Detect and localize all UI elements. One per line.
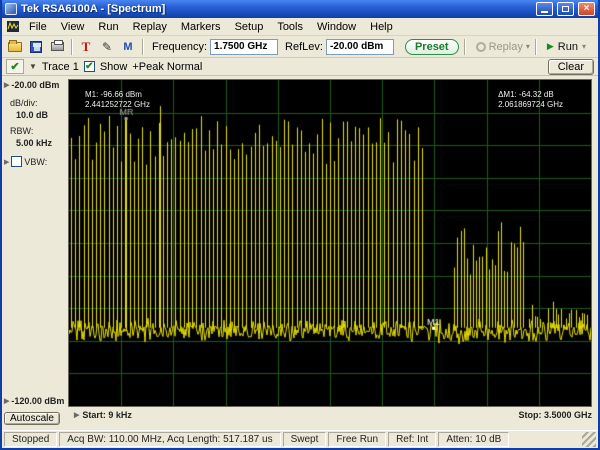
replay-button[interactable]: Replay ▾ xyxy=(475,40,530,53)
show-checkbox[interactable]: ✔ xyxy=(83,61,95,72)
left-sidebar: ▶ -20.00 dBm dB/div: 10.0 dB RBW: 5.00 k… xyxy=(2,76,68,430)
status-bar: Stopped Acq BW: 110.00 MHz, Acq Length: … xyxy=(2,430,598,448)
marker-readout-delta: ΔM1: -64.32 dB 2.061869724 GHz xyxy=(498,90,563,109)
reflev-input[interactable] xyxy=(325,38,394,55)
marker-readout-m1: M1: -96.66 dBm 2.441252722 GHz xyxy=(85,90,150,109)
replay-icon xyxy=(475,41,486,52)
clear-button[interactable]: Clear xyxy=(547,58,594,75)
expander-icon[interactable]: ▶ xyxy=(4,397,9,405)
maximize-button[interactable] xyxy=(557,2,574,16)
show-label: Show xyxy=(99,60,128,73)
spectrum-window-icon xyxy=(7,21,19,32)
menu-markers[interactable]: Markers xyxy=(174,20,228,34)
rbw-value[interactable]: 5.00 kHz xyxy=(16,138,52,148)
ref-level-value[interactable]: -20.00 dBm xyxy=(11,80,59,90)
check-icon: ✔ xyxy=(10,61,20,73)
menu-window[interactable]: Window xyxy=(310,20,363,34)
pencil-tool-icon[interactable]: ✎ xyxy=(98,38,116,56)
toolbar-separator xyxy=(142,38,143,55)
frequency-axis-labels: ▶ Start: 9 kHz Stop: 3.5000 GHz xyxy=(68,407,598,423)
open-file-icon[interactable] xyxy=(6,38,24,56)
vbw-label: VBW: xyxy=(24,156,48,167)
menu-replay[interactable]: Replay xyxy=(126,20,174,34)
menu-file[interactable]: File xyxy=(22,20,54,34)
trace-settings-bar: ✔ ▼ Trace 1 ✔ Show +Peak Normal Clear xyxy=(2,58,598,76)
preset-button[interactable]: Preset xyxy=(404,38,459,55)
menu-setup[interactable]: Setup xyxy=(228,20,271,34)
trace-valid-indicator: ✔ xyxy=(6,59,24,74)
menu-run[interactable]: Run xyxy=(91,20,125,34)
save-icon[interactable] xyxy=(27,38,45,56)
toolbar-separator xyxy=(463,38,465,55)
status-run-state: Stopped xyxy=(4,432,58,447)
replay-label: Replay xyxy=(488,40,523,53)
app-icon xyxy=(5,3,17,15)
start-frequency-label[interactable]: Start: 9 kHz xyxy=(82,410,132,420)
marker-table-icon[interactable]: M xyxy=(119,38,137,56)
menu-tools[interactable]: Tools xyxy=(270,20,310,34)
reflev-label: RefLev: xyxy=(285,40,323,53)
trace-selector[interactable]: Trace 1 xyxy=(42,61,79,73)
menu-help[interactable]: Help xyxy=(363,20,400,34)
run-label: Run xyxy=(557,40,578,53)
trace-dropdown-arrow-icon[interactable]: ▼ xyxy=(29,62,37,71)
main-area: ▶ -20.00 dBm dB/div: 10.0 dB RBW: 5.00 k… xyxy=(2,76,598,430)
spectrum-display[interactable]: M1: -96.66 dBm 2.441252722 GHz ΔM1: -64.3… xyxy=(68,79,592,407)
expander-icon[interactable]: ▶ xyxy=(4,81,9,89)
menu-bar: File View Run Replay Markers Setup Tools… xyxy=(2,18,598,36)
frequency-label: Frequency: xyxy=(152,40,208,53)
window-title: Tek RSA6100A - [Spectrum] xyxy=(21,3,166,15)
close-button[interactable]: × xyxy=(578,2,595,16)
status-attenuation: Atten: 10 dB xyxy=(438,432,510,447)
status-trigger-mode: Free Run xyxy=(328,432,387,447)
status-ref-source: Ref: Int xyxy=(388,432,437,447)
vbw-checkbox[interactable]: ✔ xyxy=(11,156,23,167)
text-tool-icon[interactable]: T xyxy=(77,38,95,56)
toolbar-separator xyxy=(534,38,536,55)
run-button[interactable]: ▶ Run ▾ xyxy=(547,41,586,53)
play-icon: ▶ xyxy=(546,41,554,51)
print-icon[interactable] xyxy=(48,38,66,56)
toolbar: T ✎ M Frequency: RefLev: Preset Replay ▾… xyxy=(2,36,598,58)
expander-icon[interactable]: ▶ xyxy=(74,411,79,419)
chevron-down-icon: ▾ xyxy=(581,42,586,51)
chevron-down-icon: ▾ xyxy=(525,42,530,51)
autoscale-button[interactable]: Autoscale xyxy=(4,412,60,425)
spectrum-canvas[interactable] xyxy=(69,80,591,406)
menu-view[interactable]: View xyxy=(54,20,92,34)
toolbar-separator xyxy=(71,38,72,55)
plot-column: M1: -96.66 dBm 2.441252722 GHz ΔM1: -64.3… xyxy=(68,76,598,430)
expander-icon[interactable]: ▶ xyxy=(4,158,9,166)
detector-label: +Peak Normal xyxy=(132,60,203,73)
stop-frequency-label[interactable]: Stop: 3.5000 GHz xyxy=(518,410,592,420)
frequency-input[interactable] xyxy=(210,38,279,55)
resize-grip[interactable] xyxy=(582,432,596,447)
status-sweep-mode: Swept xyxy=(282,432,327,447)
rbw-label: RBW: xyxy=(10,126,34,136)
db-div-label: dB/div: xyxy=(10,98,38,108)
minimize-button[interactable] xyxy=(536,2,553,16)
title-bar[interactable]: Tek RSA6100A - [Spectrum] × xyxy=(2,0,598,18)
status-acq-info: Acq BW: 110.00 MHz, Acq Length: 517.187 … xyxy=(59,432,281,447)
db-div-value[interactable]: 10.0 dB xyxy=(16,110,48,120)
bottom-level-value[interactable]: -120.00 dBm xyxy=(11,396,64,406)
app-window: Tek RSA6100A - [Spectrum] × File View Ru… xyxy=(0,0,600,450)
